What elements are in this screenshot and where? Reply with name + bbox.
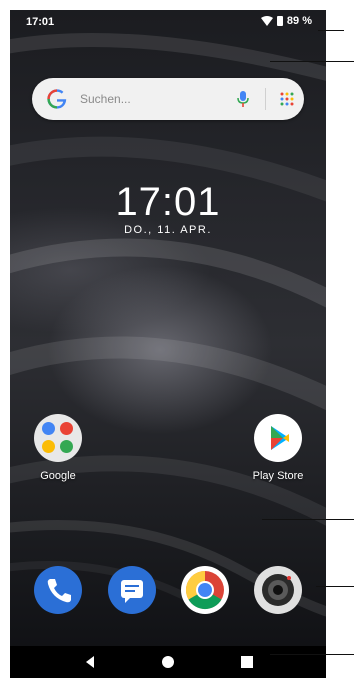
- callout-line: [318, 30, 344, 31]
- phone-icon: [47, 579, 71, 603]
- messages-icon: [121, 580, 143, 603]
- navigation-bar: [10, 646, 326, 678]
- callout-line: [262, 519, 354, 520]
- status-time: 17:01: [26, 16, 55, 28]
- camera-icon: [262, 574, 294, 606]
- back-icon[interactable]: [82, 654, 98, 670]
- app-grid-icon[interactable]: [280, 92, 294, 106]
- google-folder-icon: [34, 414, 82, 462]
- play-store-app[interactable]: Play Store: [238, 414, 318, 482]
- google-search-bar[interactable]: Suchen...: [32, 78, 304, 120]
- play-store-label: Play Store: [252, 470, 304, 482]
- phone-app[interactable]: [34, 566, 82, 614]
- search-divider: [265, 88, 266, 110]
- play-store-icon: [254, 414, 302, 462]
- callout-line: [316, 586, 354, 587]
- messages-app[interactable]: [108, 566, 156, 614]
- google-folder-label: Google: [40, 470, 76, 482]
- battery-icon: [276, 16, 283, 26]
- wifi-icon: [260, 16, 273, 26]
- callout-line: [270, 61, 354, 62]
- google-g-icon: [47, 89, 67, 109]
- search-placeholder: Suchen...: [80, 92, 131, 106]
- home-icon[interactable]: [160, 654, 176, 670]
- recents-icon[interactable]: [239, 654, 255, 670]
- clock-date: DO., 11. APR.: [124, 224, 212, 236]
- status-bar: 17:01 89 %: [10, 10, 326, 34]
- chrome-app[interactable]: [181, 566, 229, 614]
- chrome-icon: [185, 570, 224, 610]
- clock-time: 17:01: [115, 180, 221, 224]
- phone-screen: 17:01 89 % Suchen... 17:01 DO., 11. APR.…: [10, 10, 326, 678]
- microphone-icon[interactable]: [236, 90, 250, 108]
- google-folder[interactable]: Google: [18, 414, 98, 482]
- battery-percent: 89 %: [286, 15, 312, 27]
- status-icons: 89 %: [260, 15, 312, 27]
- camera-app[interactable]: [254, 566, 302, 614]
- callout-line: [270, 654, 354, 655]
